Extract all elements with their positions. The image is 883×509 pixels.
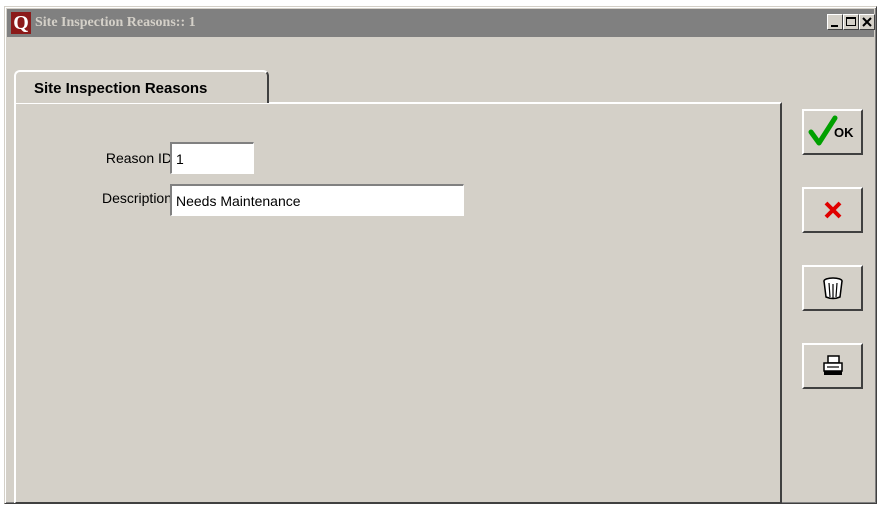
print-button[interactable]	[802, 343, 863, 389]
tab-site-inspection-reasons[interactable]: Site Inspection Reasons	[14, 70, 269, 103]
tab-panel: Reason ID Description	[14, 102, 782, 503]
tab-label: Site Inspection Reasons	[34, 80, 208, 97]
title-bar[interactable]: Q Site Inspection Reasons:: 1	[7, 9, 875, 37]
window-title: Site Inspection Reasons:: 1	[35, 15, 196, 30]
close-button[interactable]	[859, 14, 875, 30]
red-x-icon	[824, 201, 842, 219]
trash-bin-icon	[823, 277, 843, 300]
main-window: Q Site Inspection Reasons:: 1 Site Inspe…	[4, 6, 877, 504]
printer-icon	[823, 355, 843, 375]
ok-label: OK	[834, 125, 854, 140]
maximize-icon	[846, 17, 856, 26]
maximize-button[interactable]	[843, 14, 859, 30]
reason-id-label: Reason ID	[105, 150, 172, 166]
minimize-button[interactable]	[827, 14, 843, 30]
minimize-icon	[831, 25, 838, 27]
ok-button[interactable]: OK	[802, 109, 863, 155]
reason-id-input[interactable]	[170, 142, 254, 174]
description-label: Description	[101, 190, 172, 206]
close-icon	[862, 17, 872, 27]
description-input[interactable]	[170, 184, 464, 216]
cancel-button[interactable]	[802, 187, 863, 233]
app-icon[interactable]: Q	[11, 12, 31, 34]
delete-button[interactable]	[802, 265, 863, 311]
